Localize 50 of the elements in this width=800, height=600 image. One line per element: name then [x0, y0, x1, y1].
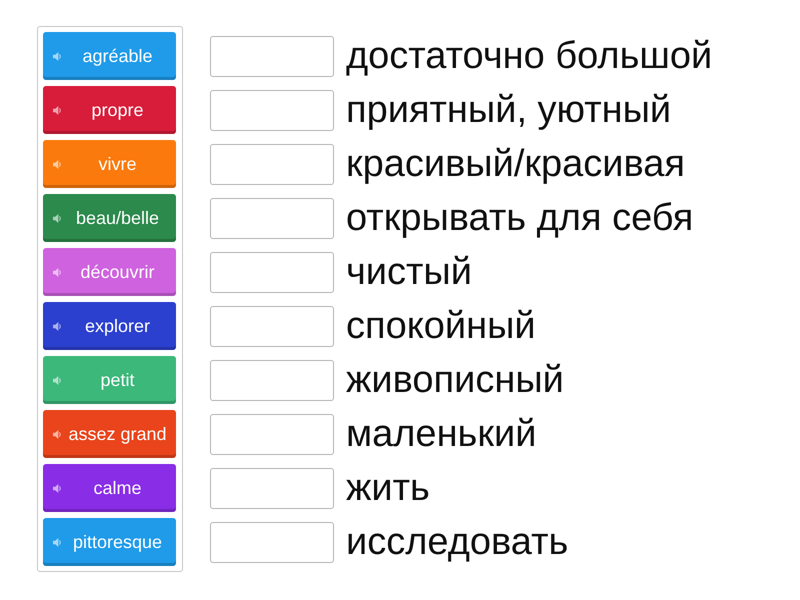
answer-box[interactable] [210, 198, 334, 238]
definition-text: живописный [346, 361, 564, 399]
speaker-icon [53, 268, 61, 276]
definition-text: спокойный [346, 307, 536, 345]
tile-label: découvrir [79, 260, 156, 284]
tile-label: propre [90, 98, 145, 122]
definition-text: достаточно большой [346, 37, 712, 75]
speaker-icon [53, 214, 61, 222]
answer-box[interactable] [210, 36, 334, 76]
word-tile[interactable]: beau/belle [43, 194, 176, 242]
answer-box[interactable] [210, 306, 334, 346]
answer-box[interactable] [210, 414, 334, 454]
speaker-icon [53, 430, 61, 438]
tile-label: pittoresque [72, 530, 164, 554]
speaker-icon [53, 376, 61, 384]
answer-box[interactable] [210, 252, 334, 292]
speaker-icon [53, 538, 61, 546]
definition-text: открывать для себя [346, 199, 694, 237]
definition-text: красивый/красивая [346, 145, 685, 183]
word-tile[interactable]: calme [43, 464, 176, 512]
word-tile[interactable]: assez grand [43, 410, 176, 458]
word-tile[interactable]: petit [43, 356, 176, 404]
word-tile[interactable]: découvrir [43, 248, 176, 296]
answer-box[interactable] [210, 90, 334, 130]
answer-box[interactable] [210, 360, 334, 400]
speaker-icon [53, 160, 61, 168]
speaker-icon [53, 322, 61, 330]
tile-label: assez grand [67, 422, 168, 446]
answer-box[interactable] [210, 522, 334, 562]
tile-label: beau/belle [74, 206, 160, 230]
answer-box[interactable] [210, 468, 334, 508]
word-tile[interactable]: vivre [43, 140, 176, 188]
definition-text: приятный, уютный [346, 91, 672, 129]
tile-label: explorer [84, 314, 152, 338]
answer-box[interactable] [210, 144, 334, 184]
tile-label: petit [99, 368, 136, 392]
definition-text: чистый [346, 253, 472, 291]
word-tile[interactable]: agréable [43, 32, 176, 80]
definition-text: жить [346, 469, 430, 507]
definition-text: исследовать [346, 523, 568, 561]
definition-text: маленький [346, 415, 536, 453]
tile-label: vivre [97, 152, 138, 176]
word-tile[interactable]: pittoresque [43, 518, 176, 566]
speaker-icon [53, 52, 61, 60]
speaker-icon [53, 106, 61, 114]
word-tile[interactable]: explorer [43, 302, 176, 350]
tile-label: calme [92, 476, 142, 500]
speaker-icon [53, 484, 61, 492]
word-tile[interactable]: propre [43, 86, 176, 134]
tile-label: agréable [81, 44, 154, 68]
